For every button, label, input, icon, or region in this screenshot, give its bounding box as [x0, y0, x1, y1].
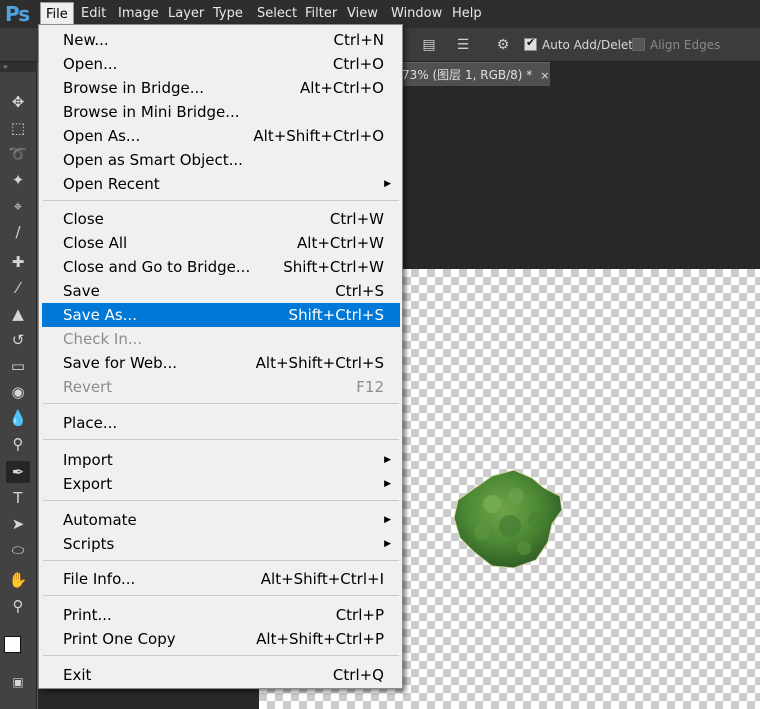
healing-brush-icon[interactable]: ✚: [6, 251, 30, 273]
document-tab-title: 73% (图层 1, RGB/8) *: [402, 68, 533, 82]
submenu-arrow-icon: ▶: [384, 179, 391, 189]
align-edges-checkbox[interactable]: [632, 38, 645, 51]
submenu-arrow-icon: ▶: [384, 455, 391, 465]
marquee-tool-icon[interactable]: ⬚: [6, 117, 30, 139]
crop-tool-icon[interactable]: ⌖: [6, 195, 30, 217]
auto-add-delete-label: Auto Add/Delete: [542, 38, 641, 52]
menu-item-automate[interactable]: Automate ▶: [42, 508, 400, 532]
eraser-icon[interactable]: ▭: [6, 355, 30, 377]
menu-separator: [43, 439, 399, 440]
blur-tool-icon[interactable]: 💧: [6, 407, 30, 429]
menu-separator: [43, 403, 399, 404]
menu-item-new[interactable]: New... Ctrl+N: [42, 28, 400, 52]
menu-item-check-in: Check In...: [63, 330, 143, 348]
menu-item-save-for-web[interactable]: Save for Web... Alt+Shift+Ctrl+S: [42, 351, 400, 375]
file-menu-dropdown: New... Ctrl+N Open... Ctrl+O Browse in Bri…: [38, 24, 403, 689]
menu-item-browse-bridge[interactable]: Browse in Bridge... Alt+Ctrl+O: [42, 76, 400, 100]
menu-type[interactable]: Type: [208, 6, 248, 21]
menu-image[interactable]: Image: [113, 6, 164, 21]
menu-item-export[interactable]: Export ▶: [42, 472, 400, 496]
close-icon[interactable]: ×: [540, 69, 549, 82]
tree-image: [453, 469, 563, 569]
submenu-arrow-icon: ▶: [384, 539, 391, 549]
ellipse-tool-icon[interactable]: ⬭: [6, 539, 30, 561]
menu-separator: [43, 595, 399, 596]
path-selection-icon[interactable]: ➤: [6, 513, 30, 535]
menu-edit[interactable]: Edit: [76, 6, 111, 21]
menu-item-file-info[interactable]: File Info... Alt+Shift+Ctrl+I: [42, 567, 400, 591]
history-brush-icon[interactable]: ↺: [6, 329, 30, 351]
clone-stamp-icon[interactable]: ▲: [6, 303, 30, 325]
menu-item-save[interactable]: Save Ctrl+S: [42, 279, 400, 303]
menu-item-open-smart-object[interactable]: Open as Smart Object...: [42, 148, 400, 172]
submenu-arrow-icon: ▶: [384, 515, 391, 525]
brush-tool-icon[interactable]: ⁄: [6, 277, 30, 299]
zoom-tool-icon[interactable]: ⚲: [6, 595, 30, 617]
type-tool-icon[interactable]: T: [6, 487, 30, 509]
menu-item-open-as[interactable]: Open As... Alt+Shift+Ctrl+O: [42, 124, 400, 148]
menu-item-open-recent[interactable]: Open Recent ▶: [42, 172, 400, 196]
menu-separator: [43, 655, 399, 656]
tools-panel: » ✥ ⬚ ➰ ✦ ⌖ ∕ ✚ ⁄ ▲ ↺ ▭ ◉ 💧 ⚲ ✒ T ➤ ⬭ ✋ …: [0, 62, 37, 709]
menu-window[interactable]: Window: [386, 6, 447, 21]
align-edges-label: Align Edges: [650, 38, 721, 52]
document-tab[interactable]: 73% (图层 1, RGB/8) * ×: [390, 62, 550, 86]
lasso-tool-icon[interactable]: ➰: [6, 143, 30, 165]
menu-select[interactable]: Select: [252, 6, 302, 21]
gear-icon[interactable]: ⚙: [494, 36, 512, 54]
menu-item-place[interactable]: Place...: [42, 411, 400, 435]
menu-item-close-go-bridge[interactable]: Close and Go to Bridge... Shift+Ctrl+W: [42, 255, 400, 279]
foreground-color-swatch[interactable]: [4, 636, 21, 653]
menu-separator: [43, 200, 399, 201]
menu-item-print[interactable]: Print... Ctrl+P: [42, 603, 400, 627]
menu-separator: [43, 560, 399, 561]
menu-help[interactable]: Help: [447, 6, 487, 21]
auto-add-delete-checkbox[interactable]: [524, 36, 537, 51]
menu-item-save-as[interactable]: Save As... Shift+Ctrl+S: [42, 303, 400, 327]
menu-item-import[interactable]: Import ▶: [42, 448, 400, 472]
menu-item-close[interactable]: Close Ctrl+W: [42, 207, 400, 231]
hand-tool-icon[interactable]: ✋: [6, 569, 30, 591]
menu-file[interactable]: File: [40, 2, 74, 26]
menu-item-print-one-copy[interactable]: Print One Copy Alt+Shift+Ctrl+P: [42, 627, 400, 651]
menu-layer[interactable]: Layer: [163, 6, 209, 21]
menu-item-exit[interactable]: Exit Ctrl+Q: [42, 663, 400, 687]
menu-item-close-all[interactable]: Close All Alt+Ctrl+W: [42, 231, 400, 255]
align-bottom-icon[interactable]: ▤: [420, 36, 438, 54]
menu-item-revert: Revert F12: [63, 378, 384, 396]
pen-tool-icon[interactable]: ✒: [6, 461, 30, 483]
menu-item-open[interactable]: Open... Ctrl+O: [42, 52, 400, 76]
menu-item-scripts[interactable]: Scripts ▶: [42, 532, 400, 556]
move-tool-icon[interactable]: ✥: [6, 91, 30, 113]
menu-view[interactable]: View: [342, 6, 383, 21]
eyedropper-icon[interactable]: ∕: [6, 221, 30, 243]
menu-separator: [43, 500, 399, 501]
quick-mask-icon[interactable]: ▣: [6, 671, 30, 693]
submenu-arrow-icon: ▶: [384, 479, 391, 489]
panel-collapse-icon[interactable]: »: [0, 62, 37, 72]
path-arrangement-icon[interactable]: ☰: [454, 36, 472, 54]
paint-bucket-icon[interactable]: ◉: [6, 381, 30, 403]
photoshop-logo: Ps: [5, 2, 30, 26]
magic-wand-icon[interactable]: ✦: [6, 169, 30, 191]
menu-item-browse-mini-bridge[interactable]: Browse in Mini Bridge...: [42, 100, 400, 124]
menu-filter[interactable]: Filter: [300, 6, 342, 21]
dodge-tool-icon[interactable]: ⚲: [6, 433, 30, 455]
